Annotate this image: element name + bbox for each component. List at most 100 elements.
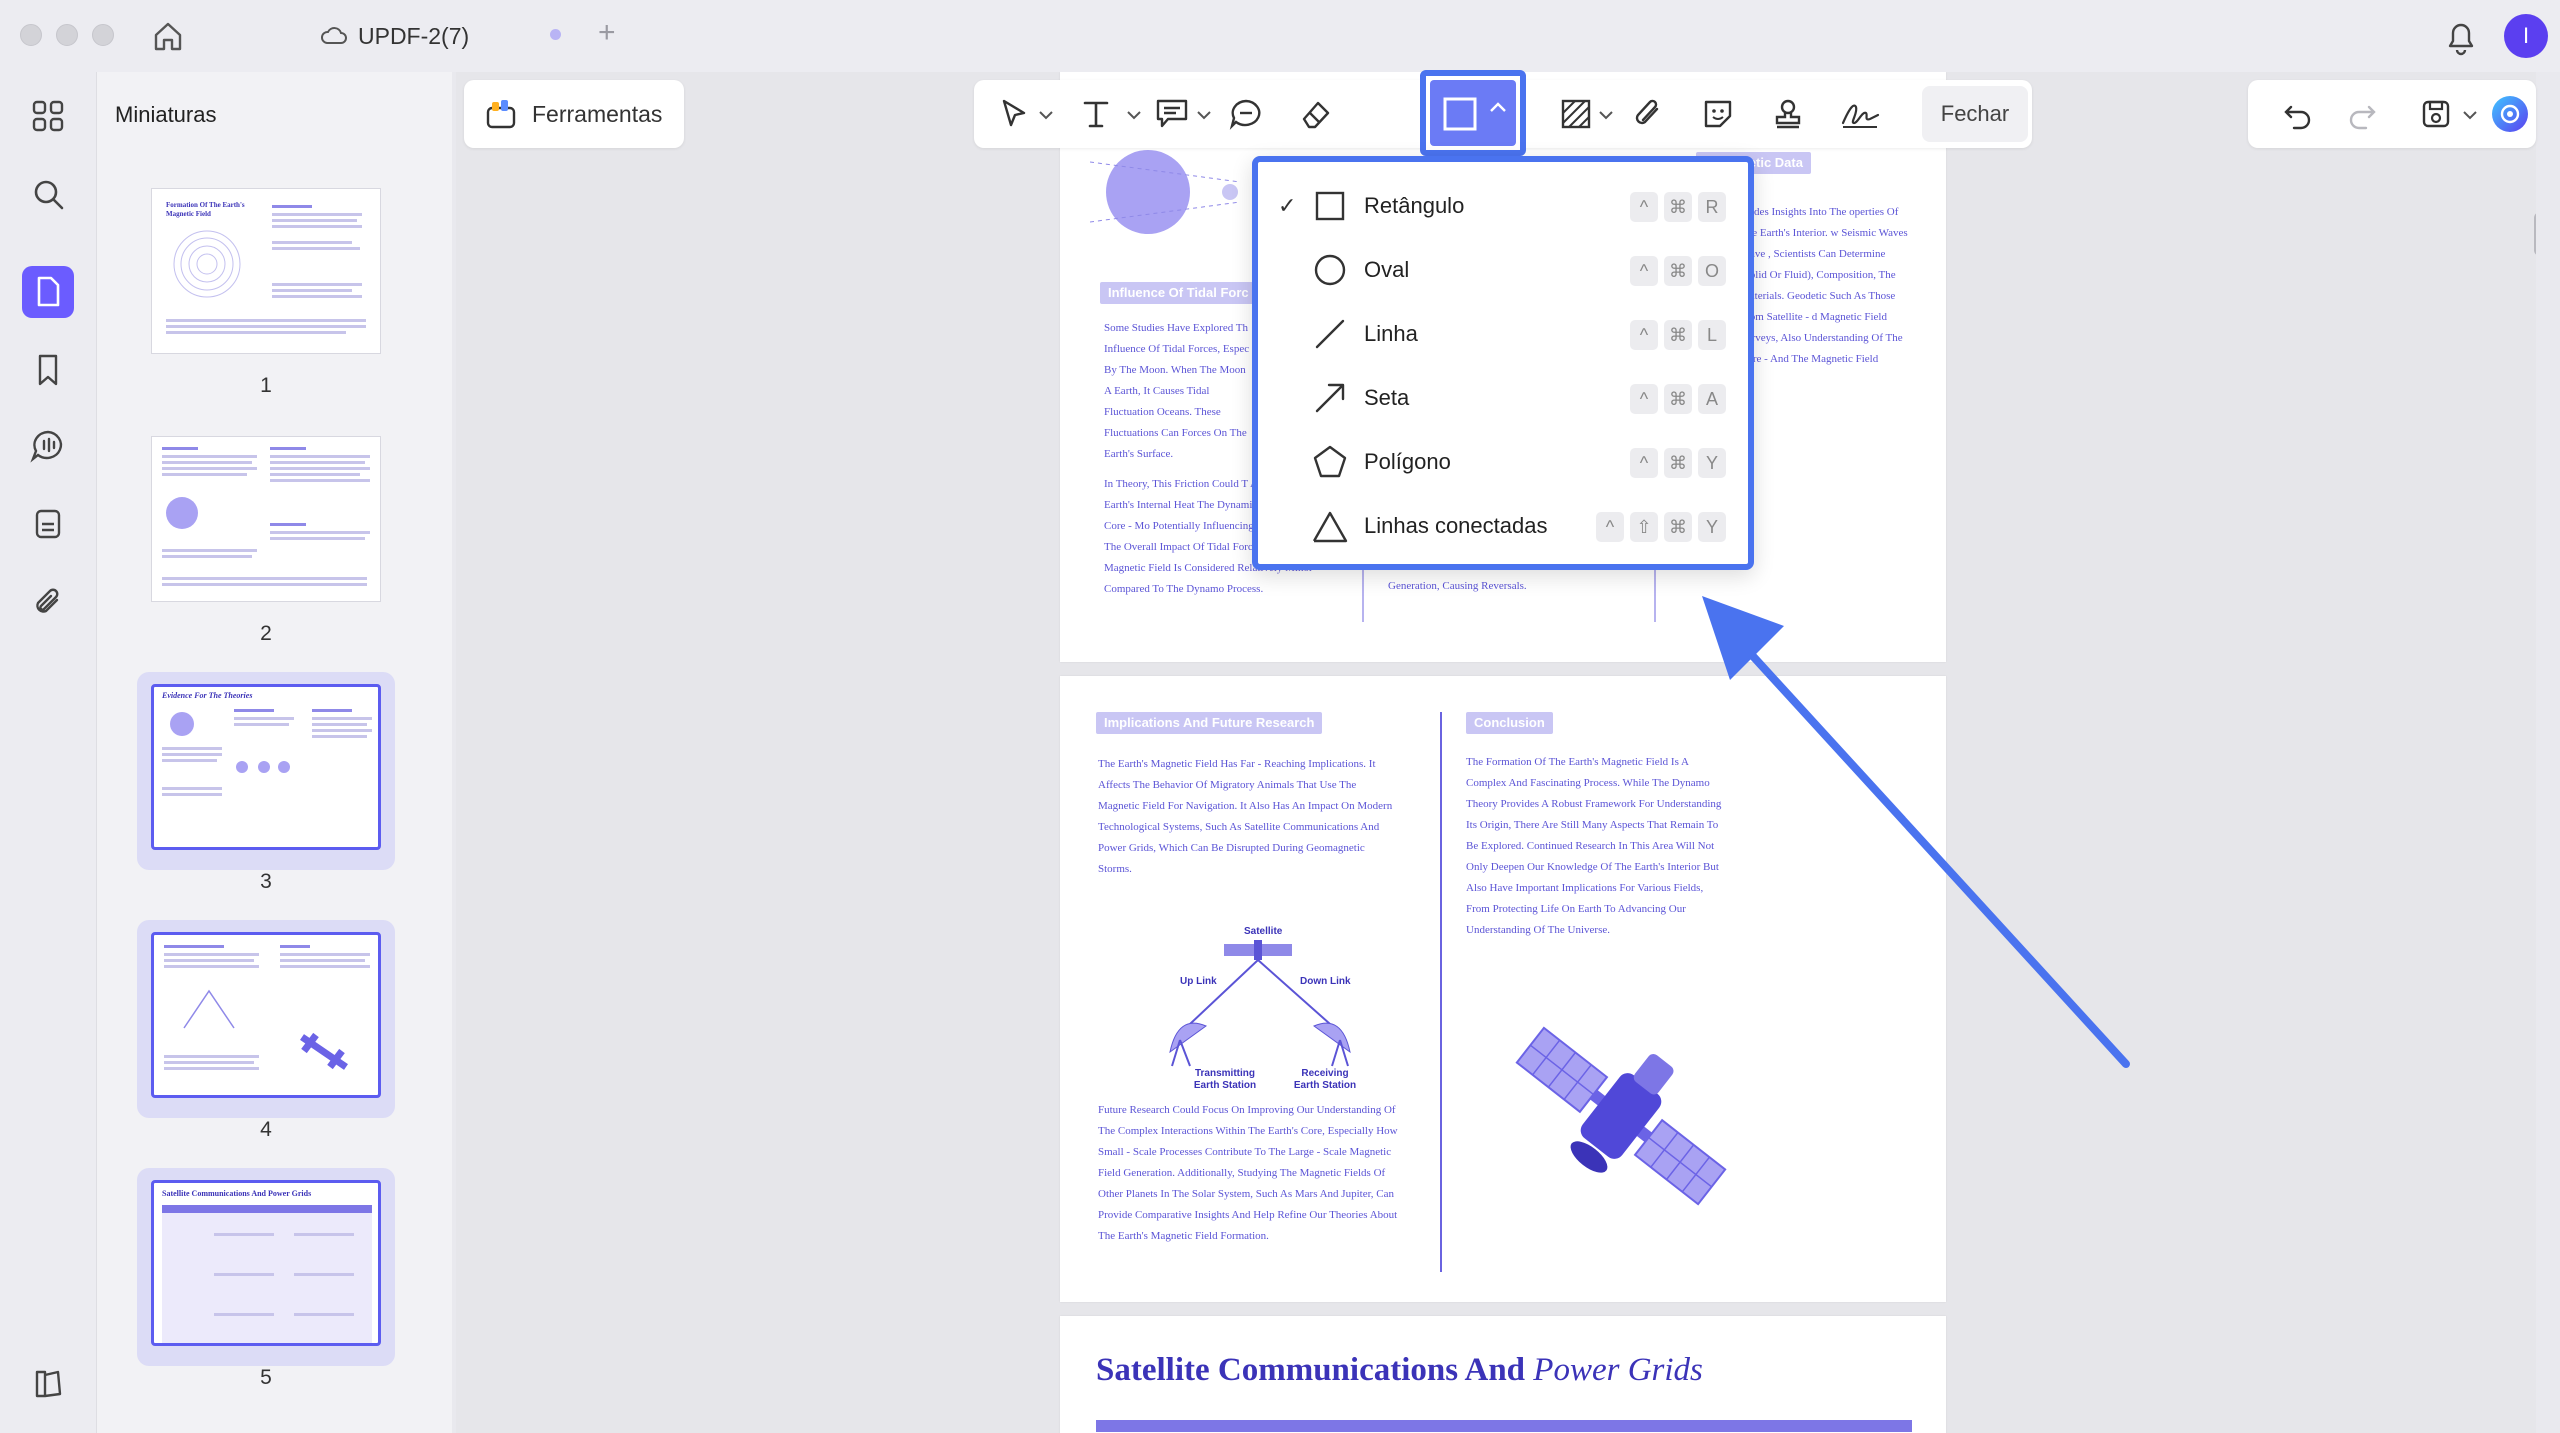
shape-dropdown-menu: ✓ Retângulo ^ ⌘ R Oval ^ ⌘ O Linha ^ ⌘ L… — [1252, 156, 1754, 570]
panel-toggle-icon[interactable] — [26, 1362, 70, 1406]
menu-item-polygon[interactable]: Polígono ^ ⌘ Y — [1258, 432, 1748, 492]
comments-icon[interactable] — [26, 424, 70, 468]
thumbnail-page-4[interactable] — [137, 920, 395, 1118]
stamp-tool-button[interactable] — [1766, 92, 1810, 136]
tools-button[interactable]: Ferramentas — [464, 80, 684, 148]
text-tool-button[interactable] — [1076, 92, 1116, 136]
grid-icon[interactable] — [26, 94, 70, 138]
shortcut-key: ⇧ — [1630, 512, 1658, 542]
home-icon[interactable] — [148, 16, 188, 56]
attachment-icon[interactable] — [26, 580, 70, 624]
thumbnail-title: Evidence For The Theories — [162, 691, 253, 700]
thumbnail-preview — [151, 436, 381, 602]
section-label: Conclusion — [1466, 712, 1553, 734]
redo-button[interactable] — [2342, 92, 2382, 136]
menu-item-rectangle[interactable]: ✓ Retângulo ^ ⌘ R — [1258, 176, 1748, 236]
user-avatar[interactable]: I — [2504, 14, 2548, 58]
eraser-tool-button[interactable] — [1294, 92, 1338, 136]
label-satellite: Satellite — [1244, 926, 1283, 937]
earth-diagram — [1090, 150, 1240, 234]
right-toolbar — [2248, 80, 2536, 148]
body-paragraph: The Earth's Magnetic Field Has Far - Rea… — [1098, 758, 1393, 875]
search-icon[interactable] — [26, 172, 70, 216]
undo-icon — [2284, 105, 2311, 130]
label-uplink: Up Link — [1180, 976, 1217, 987]
menu-item-line[interactable]: Linha ^ ⌘ L — [1258, 304, 1748, 364]
page-title-italic: Power Grids — [1533, 1352, 1703, 1388]
stamp-icon — [1775, 99, 1801, 129]
circle-icon — [1314, 254, 1346, 286]
ai-assistant-button[interactable] — [2488, 92, 2532, 136]
document-tab-title: UPDF-2(7) — [358, 22, 470, 49]
close-button[interactable]: Fechar — [1922, 86, 2028, 142]
menu-item-connected-lines[interactable]: Linhas conectadas ^ ⇧ ⌘ Y — [1258, 496, 1748, 556]
new-tab-button[interactable]: + — [598, 16, 616, 50]
bell-icon[interactable] — [2444, 18, 2478, 56]
document-scrollbar[interactable] — [2534, 212, 2536, 256]
chevron-down-icon[interactable] — [1598, 110, 1614, 120]
window-minimize-button[interactable] — [56, 24, 78, 46]
pointer-arrow — [1702, 596, 2130, 1068]
shortcut-key: ^ — [1630, 448, 1658, 478]
shape-tool-fill — [1430, 80, 1516, 146]
window-close-button[interactable] — [20, 24, 42, 46]
menu-item-label: Retângulo — [1364, 193, 1465, 218]
thumbnail-number: 2 — [260, 622, 272, 645]
thumbnails-title: Miniaturas — [115, 102, 217, 127]
hatch-icon — [1561, 99, 1591, 129]
chevron-up-icon[interactable] — [1488, 100, 1508, 114]
connected-lines-icon — [1312, 511, 1348, 543]
shortcut-key: ⌘ — [1664, 320, 1692, 350]
thumbnail-number: 4 — [260, 1118, 272, 1141]
menu-item-arrow[interactable]: Seta ^ ⌘ A — [1258, 368, 1748, 428]
area-highlight-tool-button[interactable] — [1554, 92, 1598, 136]
save-icon — [2422, 100, 2450, 128]
attach-tool-button[interactable] — [1626, 92, 1670, 136]
menu-item-oval[interactable]: Oval ^ ⌘ O — [1258, 240, 1748, 300]
save-button[interactable] — [2416, 92, 2456, 136]
shape-tool-button[interactable] — [1420, 70, 1526, 156]
window-zoom-button[interactable] — [92, 24, 114, 46]
sticker-icon — [1704, 100, 1732, 128]
tools-label: Ferramentas — [532, 100, 663, 127]
body-paragraph: Future Research Could Focus On Improving… — [1098, 1104, 1398, 1242]
select-tool-button[interactable] — [994, 92, 1034, 136]
thumbnail-number: 5 — [260, 1366, 272, 1389]
thumbnails-panel: Miniaturas Formation Of The Earth's Magn… — [96, 72, 539, 1433]
shortcut-key: Y — [1698, 448, 1726, 478]
text-icon — [1083, 101, 1109, 128]
thumbnail-page-5[interactable]: Satellite Communications And Power Grids — [137, 1168, 395, 1366]
chevron-down-icon[interactable] — [1196, 110, 1212, 120]
thumbnail-page-3[interactable]: Evidence For The Theories — [137, 672, 395, 870]
label-receiving: Receiving — [1301, 1068, 1349, 1079]
unsaved-dot — [550, 29, 561, 40]
sticker-tool-button[interactable] — [1696, 92, 1740, 136]
thumbnail-title: Satellite Communications And Power Grids — [162, 1189, 312, 1198]
thumbnails-icon[interactable] — [22, 266, 74, 318]
paperclip-icon — [1635, 99, 1659, 125]
chevron-down-icon[interactable] — [1038, 110, 1054, 120]
thumbnail-page-1[interactable]: Formation Of The Earth's Magnetic Field — [137, 176, 395, 374]
bookmark-icon[interactable] — [26, 348, 70, 392]
chevron-down-icon[interactable] — [1126, 110, 1142, 120]
thumbnail-page-2[interactable] — [137, 424, 395, 622]
comment-tool-button[interactable] — [1224, 92, 1268, 136]
body-paragraph: Some Studies Have Explored Th Influence … — [1104, 322, 1250, 460]
cloud-icon — [321, 27, 347, 44]
document-tab[interactable]: UPDF-2(7) — [320, 14, 469, 58]
text-box-tool-button[interactable] — [1150, 92, 1194, 136]
pages-icon[interactable] — [26, 502, 70, 546]
shortcut-key: ⌘ — [1664, 256, 1692, 286]
shortcut-key: O — [1698, 256, 1726, 286]
eraser-icon — [1302, 101, 1330, 129]
toolbox-icon — [486, 100, 516, 129]
chevron-down-icon[interactable] — [2462, 110, 2478, 120]
signature-tool-button[interactable] — [1836, 92, 1884, 136]
shortcut-key: ⌘ — [1664, 192, 1692, 222]
menu-item-label: Oval — [1364, 257, 1410, 282]
table-header-bar — [1096, 1420, 1912, 1432]
column-divider — [1440, 712, 1442, 1272]
thumbnail-number: 3 — [260, 870, 272, 893]
undo-button[interactable] — [2278, 92, 2318, 136]
shortcut-key: A — [1698, 384, 1726, 414]
